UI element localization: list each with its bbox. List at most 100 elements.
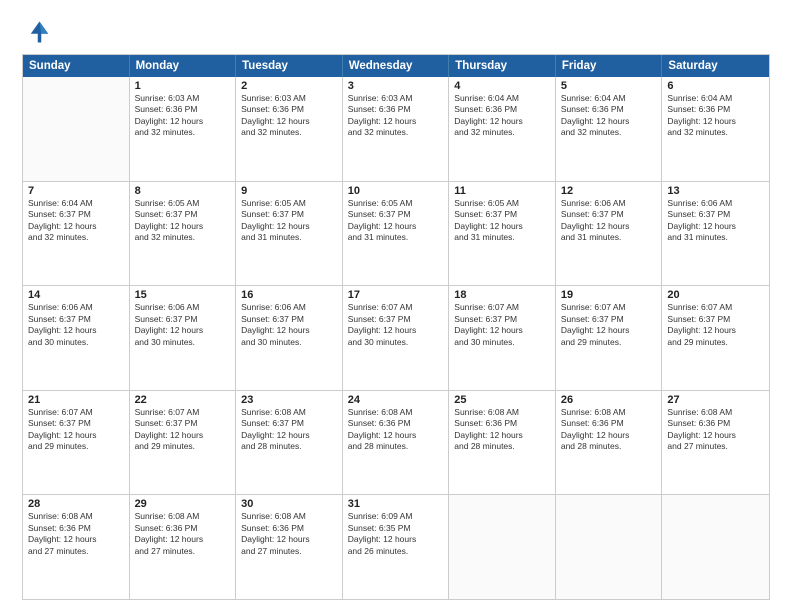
cell-line: Daylight: 12 hours	[561, 116, 657, 127]
day-number: 6	[667, 80, 764, 92]
calendar-day-8: 8Sunrise: 6:05 AMSunset: 6:37 PMDaylight…	[130, 182, 237, 286]
cell-line: Daylight: 12 hours	[348, 534, 444, 545]
day-number: 15	[135, 289, 231, 301]
cell-line: Daylight: 12 hours	[667, 430, 764, 441]
cell-line: Daylight: 12 hours	[348, 430, 444, 441]
day-number: 29	[135, 498, 231, 510]
day-number: 26	[561, 394, 657, 406]
cell-line: Sunrise: 6:05 AM	[454, 198, 550, 209]
calendar-day-11: 11Sunrise: 6:05 AMSunset: 6:37 PMDayligh…	[449, 182, 556, 286]
cell-line: Sunset: 6:36 PM	[667, 104, 764, 115]
cell-line: Sunset: 6:37 PM	[241, 209, 337, 220]
cell-line: Daylight: 12 hours	[135, 116, 231, 127]
day-number: 9	[241, 185, 337, 197]
cell-line: Daylight: 12 hours	[241, 430, 337, 441]
calendar-day-4: 4Sunrise: 6:04 AMSunset: 6:36 PMDaylight…	[449, 77, 556, 181]
calendar-day-25: 25Sunrise: 6:08 AMSunset: 6:36 PMDayligh…	[449, 391, 556, 495]
cell-line: Sunset: 6:36 PM	[28, 523, 124, 534]
cell-line: Sunset: 6:36 PM	[241, 104, 337, 115]
cell-line: and 32 minutes.	[454, 127, 550, 138]
cell-line: and 32 minutes.	[135, 127, 231, 138]
cell-line: Sunset: 6:37 PM	[561, 314, 657, 325]
cell-line: and 32 minutes.	[667, 127, 764, 138]
calendar-day-28: 28Sunrise: 6:08 AMSunset: 6:36 PMDayligh…	[23, 495, 130, 599]
cell-line: Daylight: 12 hours	[667, 325, 764, 336]
cell-line: Sunset: 6:37 PM	[667, 314, 764, 325]
cell-line: Daylight: 12 hours	[28, 430, 124, 441]
calendar-header: SundayMondayTuesdayWednesdayThursdayFrid…	[23, 55, 769, 77]
cell-line: Sunrise: 6:06 AM	[561, 198, 657, 209]
cell-line: and 32 minutes.	[348, 127, 444, 138]
day-number: 14	[28, 289, 124, 301]
cell-line: Daylight: 12 hours	[348, 325, 444, 336]
cell-line: Daylight: 12 hours	[241, 116, 337, 127]
cell-line: Sunrise: 6:08 AM	[241, 407, 337, 418]
cell-line: and 32 minutes.	[561, 127, 657, 138]
cell-line: Sunset: 6:37 PM	[241, 314, 337, 325]
calendar-body: 1Sunrise: 6:03 AMSunset: 6:36 PMDaylight…	[23, 77, 769, 599]
cell-line: Sunrise: 6:06 AM	[667, 198, 764, 209]
cell-line: Sunrise: 6:07 AM	[28, 407, 124, 418]
cell-line: Daylight: 12 hours	[561, 221, 657, 232]
cell-line: Sunset: 6:35 PM	[348, 523, 444, 534]
cell-line: Sunrise: 6:05 AM	[348, 198, 444, 209]
cell-line: Daylight: 12 hours	[28, 325, 124, 336]
calendar-day-13: 13Sunrise: 6:06 AMSunset: 6:37 PMDayligh…	[662, 182, 769, 286]
day-number: 27	[667, 394, 764, 406]
weekday-header-friday: Friday	[556, 55, 663, 77]
cell-line: Sunset: 6:36 PM	[348, 418, 444, 429]
cell-line: and 30 minutes.	[135, 337, 231, 348]
cell-line: Sunset: 6:37 PM	[454, 209, 550, 220]
cell-line: Sunrise: 6:04 AM	[454, 93, 550, 104]
calendar-cell-empty	[662, 495, 769, 599]
calendar-day-16: 16Sunrise: 6:06 AMSunset: 6:37 PMDayligh…	[236, 286, 343, 390]
day-number: 21	[28, 394, 124, 406]
cell-line: and 26 minutes.	[348, 546, 444, 557]
cell-line: and 27 minutes.	[667, 441, 764, 452]
calendar-day-2: 2Sunrise: 6:03 AMSunset: 6:36 PMDaylight…	[236, 77, 343, 181]
calendar-day-22: 22Sunrise: 6:07 AMSunset: 6:37 PMDayligh…	[130, 391, 237, 495]
weekday-header-thursday: Thursday	[449, 55, 556, 77]
day-number: 2	[241, 80, 337, 92]
cell-line: Daylight: 12 hours	[28, 221, 124, 232]
cell-line: Sunrise: 6:07 AM	[561, 302, 657, 313]
calendar-day-5: 5Sunrise: 6:04 AMSunset: 6:36 PMDaylight…	[556, 77, 663, 181]
cell-line: and 32 minutes.	[241, 127, 337, 138]
cell-line: Sunset: 6:37 PM	[28, 418, 124, 429]
day-number: 17	[348, 289, 444, 301]
logo-icon	[22, 18, 50, 46]
day-number: 10	[348, 185, 444, 197]
cell-line: Daylight: 12 hours	[454, 325, 550, 336]
cell-line: Sunrise: 6:07 AM	[454, 302, 550, 313]
cell-line: Daylight: 12 hours	[667, 221, 764, 232]
cell-line: Sunrise: 6:07 AM	[667, 302, 764, 313]
calendar-day-12: 12Sunrise: 6:06 AMSunset: 6:37 PMDayligh…	[556, 182, 663, 286]
cell-line: Sunrise: 6:03 AM	[348, 93, 444, 104]
calendar-day-24: 24Sunrise: 6:08 AMSunset: 6:36 PMDayligh…	[343, 391, 450, 495]
cell-line: Daylight: 12 hours	[454, 116, 550, 127]
cell-line: Sunset: 6:36 PM	[561, 104, 657, 115]
day-number: 3	[348, 80, 444, 92]
calendar-day-15: 15Sunrise: 6:06 AMSunset: 6:37 PMDayligh…	[130, 286, 237, 390]
day-number: 31	[348, 498, 444, 510]
day-number: 24	[348, 394, 444, 406]
cell-line: Sunset: 6:36 PM	[241, 523, 337, 534]
cell-line: Daylight: 12 hours	[28, 534, 124, 545]
cell-line: and 28 minutes.	[241, 441, 337, 452]
cell-line: Sunset: 6:37 PM	[241, 418, 337, 429]
day-number: 18	[454, 289, 550, 301]
cell-line: Sunrise: 6:08 AM	[241, 511, 337, 522]
cell-line: Sunrise: 6:07 AM	[348, 302, 444, 313]
cell-line: and 30 minutes.	[241, 337, 337, 348]
cell-line: Sunrise: 6:09 AM	[348, 511, 444, 522]
cell-line: and 30 minutes.	[454, 337, 550, 348]
page: SundayMondayTuesdayWednesdayThursdayFrid…	[0, 0, 792, 612]
calendar-day-9: 9Sunrise: 6:05 AMSunset: 6:37 PMDaylight…	[236, 182, 343, 286]
calendar-day-17: 17Sunrise: 6:07 AMSunset: 6:37 PMDayligh…	[343, 286, 450, 390]
cell-line: Sunrise: 6:03 AM	[135, 93, 231, 104]
cell-line: Sunset: 6:37 PM	[667, 209, 764, 220]
cell-line: and 28 minutes.	[348, 441, 444, 452]
calendar-day-6: 6Sunrise: 6:04 AMSunset: 6:36 PMDaylight…	[662, 77, 769, 181]
cell-line: Sunrise: 6:07 AM	[135, 407, 231, 418]
day-number: 7	[28, 185, 124, 197]
